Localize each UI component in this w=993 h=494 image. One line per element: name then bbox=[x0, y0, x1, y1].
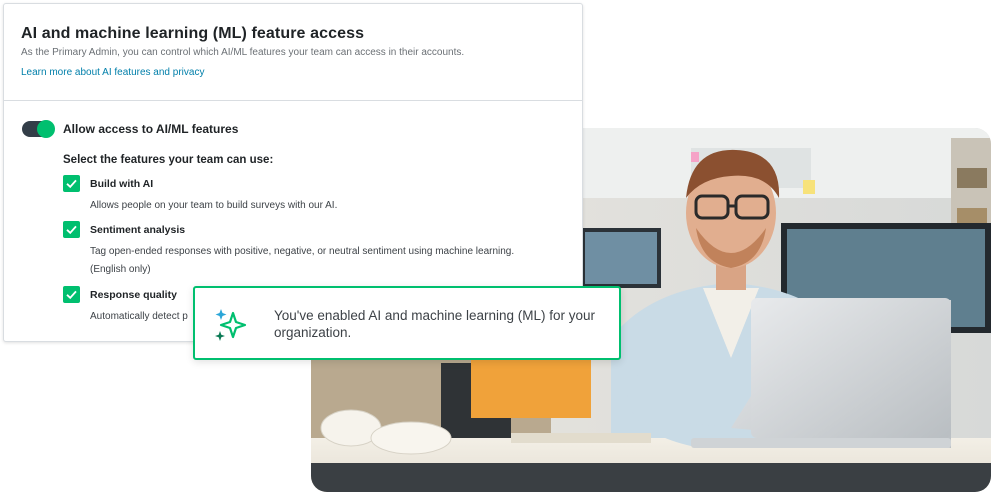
learn-more-link[interactable]: Learn more about AI features and privacy bbox=[21, 67, 204, 78]
feature-description: Tag open-ended responses with positive, … bbox=[90, 246, 515, 275]
checkmark-icon bbox=[66, 225, 77, 235]
divider bbox=[4, 100, 582, 101]
build-with-ai-checkbox[interactable] bbox=[63, 175, 80, 192]
success-toast: You've enabled AI and machine learning (… bbox=[193, 286, 621, 360]
ai-ml-toggle[interactable] bbox=[22, 120, 55, 138]
response-quality-checkbox[interactable] bbox=[63, 286, 80, 303]
checkmark-icon bbox=[66, 179, 77, 189]
feature-description: Allows people on your team to build surv… bbox=[90, 200, 338, 211]
feature-name: Sentiment analysis bbox=[90, 224, 186, 236]
sparkle-icon bbox=[215, 309, 247, 341]
checkmark-icon bbox=[66, 290, 77, 300]
features-heading: Select the features your team can use: bbox=[63, 154, 274, 166]
toggle-knob bbox=[37, 120, 55, 138]
card-description: As the Primary Admin, you can control wh… bbox=[21, 47, 465, 58]
toggle-label: Allow access to AI/ML features bbox=[63, 122, 239, 136]
sentiment-analysis-checkbox[interactable] bbox=[63, 221, 80, 238]
toast-message: You've enabled AI and machine learning (… bbox=[274, 308, 596, 340]
feature-name: Response quality bbox=[90, 289, 177, 301]
feature-name: Build with AI bbox=[90, 178, 154, 190]
card-title: AI and machine learning (ML) feature acc… bbox=[21, 25, 365, 42]
